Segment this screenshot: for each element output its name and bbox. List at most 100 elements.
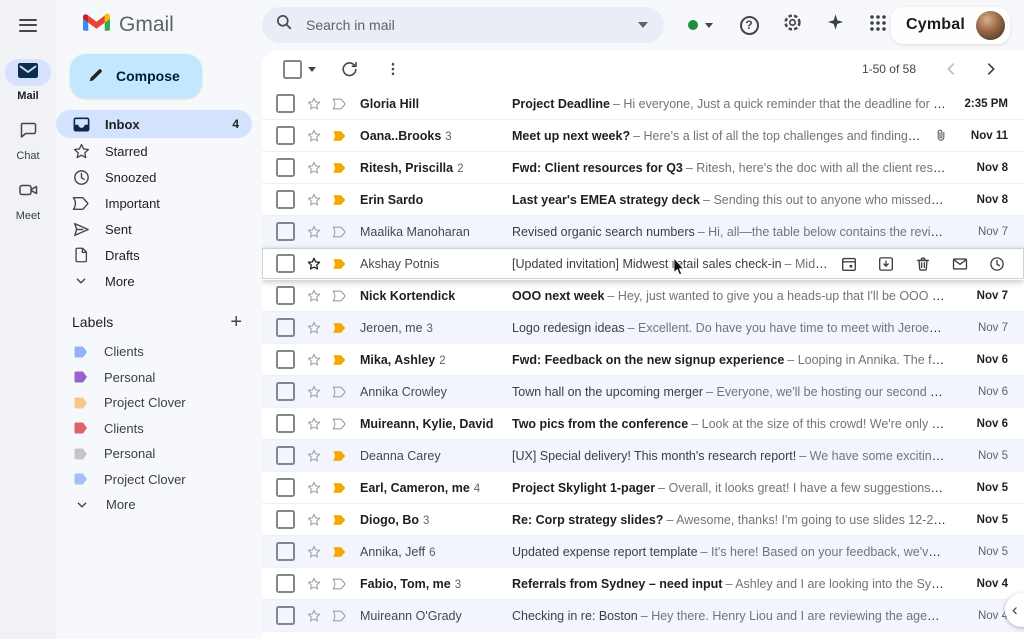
importance-marker-icon[interactable] [332,226,347,238]
importance-marker-icon[interactable] [332,290,347,302]
label-item-personal[interactable]: Personal [56,441,252,467]
row-checkbox[interactable] [276,414,295,433]
star-icon[interactable] [306,480,322,496]
star-icon[interactable] [306,96,322,112]
avatar[interactable] [976,11,1005,40]
importance-marker-icon[interactable] [332,194,347,206]
more-options-button[interactable] [382,58,404,80]
row-checkbox[interactable] [276,126,295,145]
email-row[interactable]: Erin SardoLast year's EMEA strategy deck… [262,184,1024,216]
email-row[interactable]: Gloria HillProject Deadline– Hi everyone… [262,88,1024,120]
importance-marker-icon[interactable] [332,610,347,622]
delete-icon[interactable] [914,255,932,273]
label-item-personal[interactable]: Personal [56,365,252,391]
sidebar-item-starred[interactable]: Starred [56,138,252,164]
rail-item-meet[interactable]: Meet [5,179,51,222]
label-item-clients[interactable]: Clients [56,416,252,442]
row-checkbox[interactable] [276,350,295,369]
sidebar-item-sent[interactable]: Sent [56,216,252,242]
mark-as-read-icon[interactable] [951,255,969,273]
select-all-checkbox[interactable] [283,60,302,79]
refresh-button[interactable] [338,58,360,80]
sidebar-item-snoozed[interactable]: Snoozed [56,164,252,190]
rail-item-mail[interactable]: Mail [5,59,51,102]
snooze-icon[interactable] [988,255,1006,273]
older-page-button[interactable] [982,60,1000,78]
google-apps-button[interactable] [865,12,891,38]
rail-item-chat[interactable]: Chat [5,119,51,162]
star-icon[interactable] [306,128,322,144]
importance-marker-icon[interactable] [332,450,347,462]
row-checkbox[interactable] [276,542,295,561]
row-checkbox[interactable] [276,222,295,241]
importance-marker-icon[interactable] [332,418,347,430]
row-checkbox[interactable] [276,286,295,305]
email-row[interactable]: Maalika ManoharanRevised organic search … [262,216,1024,248]
email-row[interactable]: Earl, Cameron, me4Project Skylight 1-pag… [262,472,1024,504]
sidebar-item-drafts[interactable]: Drafts [56,242,252,268]
row-checkbox[interactable] [276,190,295,209]
email-row[interactable]: Ritesh, Priscilla2Fwd: Client resources … [262,152,1024,184]
email-row[interactable]: Deanna Carey[UX] Special delivery! This … [262,440,1024,472]
row-checkbox[interactable] [276,478,295,497]
importance-marker-icon[interactable] [332,354,347,366]
email-row[interactable]: Fabio, Tom, me3Referrals from Sydney – n… [262,568,1024,600]
sidebar-item-more[interactable]: More [56,268,252,294]
main-menu-button[interactable] [16,15,40,35]
email-row[interactable]: Diogo, Bo3Re: Corp strategy slides?– Awe… [262,504,1024,536]
star-icon[interactable] [306,320,322,336]
row-checkbox[interactable] [276,254,295,273]
label-item-project-clover[interactable]: Project Clover [56,390,252,416]
account-chip[interactable]: Cymbal [891,7,1010,44]
star-icon[interactable] [306,512,322,528]
star-icon[interactable] [306,160,322,176]
sidebar-item-important[interactable]: Important [56,190,252,216]
compose-button[interactable]: Compose [70,54,202,98]
newer-page-button[interactable] [942,60,960,78]
row-checkbox[interactable] [276,318,295,337]
importance-marker-icon[interactable] [332,386,347,398]
row-checkbox[interactable] [276,446,295,465]
row-checkbox[interactable] [276,94,295,113]
row-checkbox[interactable] [276,574,295,593]
email-row[interactable]: Muireann O'GradyChecking in re: Boston– … [262,600,1024,632]
star-icon[interactable] [306,352,322,368]
importance-marker-icon[interactable] [332,578,347,590]
importance-marker-icon[interactable] [332,130,347,142]
email-row[interactable]: Nick KortendickOOO next week– Hey, just … [262,280,1024,312]
help-button[interactable]: ? [736,12,762,38]
row-checkbox[interactable] [276,382,295,401]
label-item-project-clover[interactable]: Project Clover [56,467,252,493]
row-checkbox[interactable] [276,158,295,177]
star-icon[interactable] [306,448,322,464]
row-checkbox[interactable] [276,510,295,529]
sidebar-item-inbox[interactable]: Inbox4 [56,110,252,138]
star-icon[interactable] [306,192,322,208]
rsvp-calendar-icon[interactable] [840,255,858,273]
search-options-caret-icon[interactable] [638,22,648,28]
search-input[interactable] [304,16,638,34]
star-icon[interactable] [306,608,322,624]
importance-marker-icon[interactable] [332,514,347,526]
labels-more[interactable]: More [56,492,252,518]
add-label-button[interactable]: + [230,312,242,332]
star-icon[interactable] [306,288,322,304]
importance-marker-icon[interactable] [332,162,347,174]
email-row[interactable]: Annika, Jeff6Updated expense report temp… [262,536,1024,568]
gemini-button[interactable] [822,12,848,38]
status-selector[interactable] [688,20,713,30]
row-checkbox[interactable] [276,606,295,625]
email-row[interactable]: Jeroen, me3Logo redesign ideas– Excellen… [262,312,1024,344]
star-icon[interactable] [306,224,322,240]
star-icon[interactable] [306,416,322,432]
star-icon[interactable] [306,576,322,592]
archive-icon[interactable] [877,255,895,273]
importance-marker-icon[interactable] [332,98,347,110]
star-icon[interactable] [306,256,322,272]
importance-marker-icon[interactable] [332,546,347,558]
importance-marker-icon[interactable] [332,258,347,270]
search-bar[interactable] [262,7,664,43]
email-row[interactable]: Akshay Potnis[Updated invitation] Midwes… [262,248,1024,280]
settings-button[interactable] [779,12,805,38]
email-row[interactable]: Mika, Ashley2Fwd: Feedback on the new si… [262,344,1024,376]
